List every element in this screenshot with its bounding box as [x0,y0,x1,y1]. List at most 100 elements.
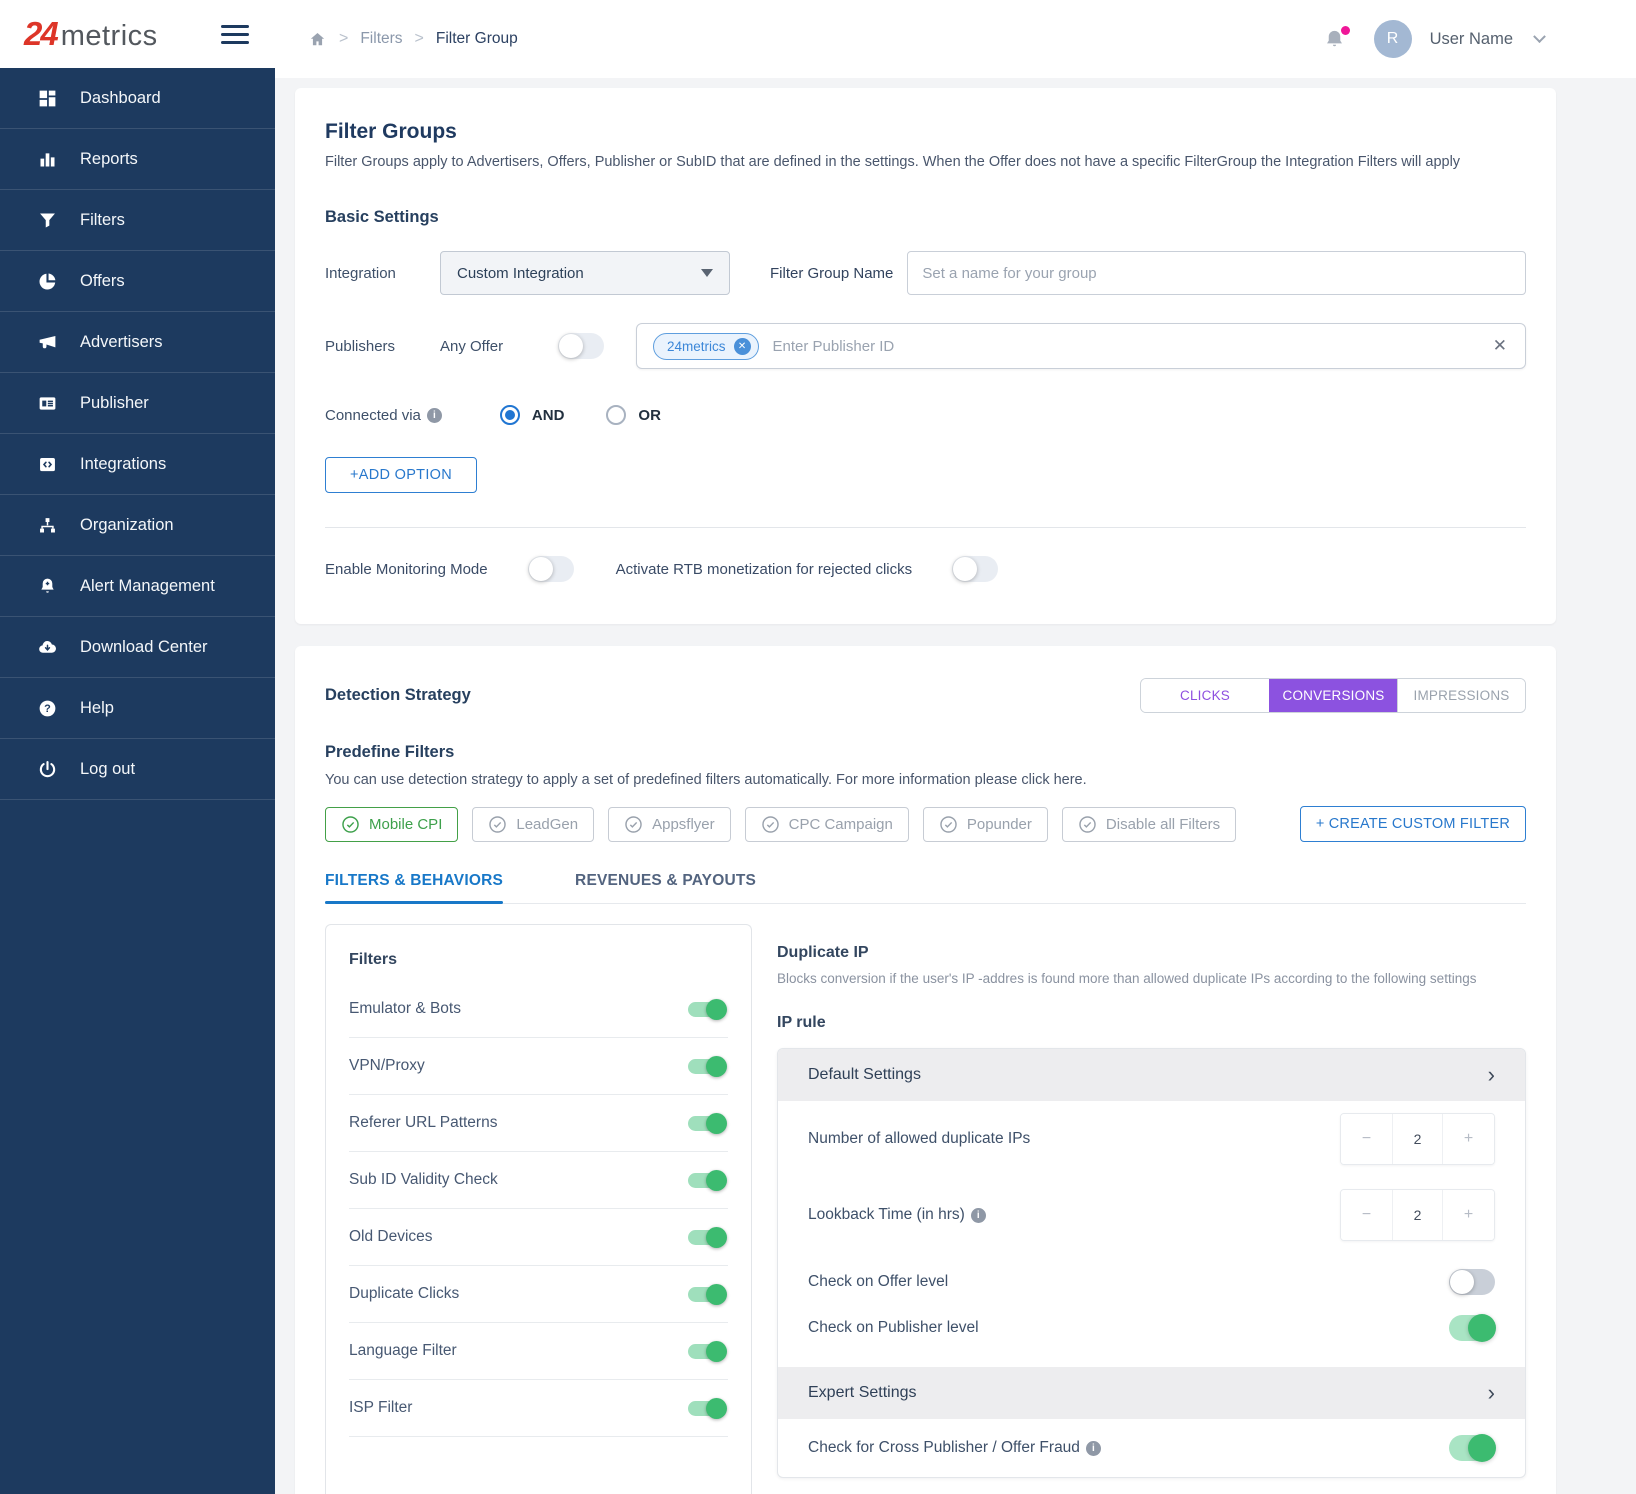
check-publisher-level-row: Check on Publisher level [778,1305,1525,1351]
any-offer-label: Any Offer [440,337,504,355]
sidebar-item-logout[interactable]: Log out [0,739,275,800]
field-clear-icon[interactable]: ✕ [1491,336,1509,356]
sidebar-item-publisher[interactable]: Publisher [0,373,275,434]
filter-toggle[interactable] [688,1397,727,1419]
sidebar-item-label: Integrations [80,454,167,473]
segment-clicks[interactable]: CLICKS [1141,679,1269,712]
sidebar-item-download-center[interactable]: Download Center [0,617,275,678]
filter-toggle[interactable] [688,1340,727,1362]
chip-mobile-cpi[interactable]: Mobile CPI [325,806,459,842]
chip-disable-all-filters[interactable]: Disable all Filters [1061,806,1237,842]
tab-filters-behaviors[interactable]: FILTERS & BEHAVIORS [325,872,504,904]
filter-toggle[interactable] [688,1283,727,1305]
radio-and[interactable] [499,405,520,425]
user-name[interactable]: User Name [1430,30,1513,49]
page-title: Filter Groups [325,120,457,143]
breadcrumb-filters-link[interactable]: Filters [360,30,402,48]
check-publisher-level-toggle[interactable] [1449,1314,1496,1342]
chip-popunder[interactable]: Popunder [922,806,1048,842]
radio-option-and[interactable]: AND [499,405,564,425]
filter-row-sub-id-validity: Sub ID Validity Check [349,1152,728,1209]
lookback-time-stepper: − 2 + [1340,1189,1495,1241]
radio-option-or[interactable]: OR [606,405,661,425]
rtb-monetization-toggle[interactable] [952,556,999,582]
stepper-value: 2 [1392,1114,1443,1164]
sidebar-item-organization[interactable]: Organization [0,495,275,556]
tag-remove-icon[interactable]: ✕ [733,337,751,355]
filter-toggle[interactable] [688,1226,727,1248]
sidebar-item-reports[interactable]: Reports [0,129,275,190]
filter-toggle[interactable] [688,1055,727,1077]
stepper-decrement-button[interactable]: − [1341,1114,1392,1164]
info-icon[interactable] [426,407,442,423]
stepper-decrement-button[interactable]: − [1341,1190,1392,1240]
info-icon[interactable] [1085,1440,1101,1456]
predefine-filters-heading: Predefine Filters [325,743,455,761]
sidebar-item-filters[interactable]: Filters [0,190,275,251]
menu-toggle-icon[interactable] [221,21,249,48]
stepper-increment-button[interactable]: + [1443,1114,1494,1164]
create-custom-filter-button[interactable]: + CREATE CUSTOM FILTER [1299,806,1526,842]
sidebar-item-label: Log out [80,759,136,778]
breadcrumb-current-page[interactable]: Filter Group [436,30,518,48]
filter-row-vpn-proxy: VPN/Proxy [349,1038,728,1095]
chevron-down-icon[interactable] [1533,29,1546,43]
notifications-bell-icon[interactable] [1323,25,1350,51]
tab-revenues-payouts[interactable]: REVENUES & PAYOUTS [575,872,756,903]
add-option-button[interactable]: +ADD OPTION [325,457,477,493]
duplicate-ip-description: Blocks conversion if the user's IP -addr… [777,971,1477,986]
publisher-icon [36,392,58,414]
ip-rule-settings-box: Default Settings Number of allowed dupli… [777,1048,1526,1478]
chip-leadgen[interactable]: LeadGen [472,806,595,842]
sidebar-item-label: Alert Management [80,576,215,595]
brand-logo[interactable]: 24 metrics [24,15,158,53]
sidebar-item-offers[interactable]: Offers [0,251,275,312]
sidebar-item-label: Reports [80,149,138,168]
sidebar-item-alert-management[interactable]: Alert Management [0,556,275,617]
cross-publisher-fraud-toggle[interactable] [1449,1434,1496,1462]
monitoring-mode-toggle[interactable] [527,556,574,582]
sidebar-item-label: Help [80,698,114,717]
any-offer-toggle[interactable] [558,333,604,359]
sidebar-item-dashboard[interactable]: Dashboard [0,68,275,129]
publisher-id-field[interactable]: 24metrics ✕ ✕ [636,323,1526,369]
topbar: > Filters > Filter Group R User Name [275,0,1636,78]
sidebar-item-label: Offers [80,271,125,290]
filter-toggle[interactable] [688,1169,727,1191]
chip-appsflyer[interactable]: Appsflyer [608,806,731,842]
rtb-monetization-label: Activate RTB monetization for rejected c… [615,560,913,578]
radio-or[interactable] [606,405,627,425]
chevron-right-icon [1488,1382,1495,1404]
info-icon[interactable] [970,1207,986,1223]
sidebar-item-integrations[interactable]: Integrations [0,434,275,495]
help-icon: ? [36,697,58,719]
user-avatar[interactable]: R [1373,20,1412,58]
stepper-increment-button[interactable]: + [1443,1190,1494,1240]
publisher-id-input[interactable] [772,337,1491,355]
main-area: > Filters > Filter Group R User Name Fil… [275,0,1636,1494]
reports-icon [36,148,58,170]
segment-conversions[interactable]: CONVERSIONS [1269,679,1397,712]
default-settings-header[interactable]: Default Settings [778,1049,1525,1101]
brand-logo-number: 24 [24,15,59,52]
offers-icon [36,270,58,292]
sidebar-item-label: Publisher [80,393,149,412]
segment-impressions[interactable]: IMPRESSIONS [1397,679,1525,712]
predefine-filters-description: You can use detection strategy to apply … [325,772,1087,788]
integration-select[interactable]: Custom Integration [440,251,730,295]
filter-group-name-input[interactable] [907,251,1526,295]
detection-strategy-card: Detection Strategy CLICKS CONVERSIONS IM… [295,646,1556,1494]
filter-row-referer-url-patterns: Referer URL Patterns [349,1095,728,1152]
filter-toggle[interactable] [688,998,727,1020]
check-offer-level-toggle[interactable] [1449,1269,1495,1295]
filter-toggle[interactable] [688,1112,727,1134]
check-circle-icon [489,815,507,833]
expert-settings-header[interactable]: Expert Settings [778,1367,1525,1419]
chip-cpc-campaign[interactable]: CPC Campaign [744,806,909,842]
sidebar-item-advertisers[interactable]: Advertisers [0,312,275,373]
filters-list-panel: Filters Emulator & Bots VPN/Proxy Refere… [325,924,752,1494]
sidebar-item-help[interactable]: ? Help [0,678,275,739]
publisher-tag[interactable]: 24metrics ✕ [653,332,759,360]
publisher-tag-label: 24metrics [667,338,726,354]
home-icon[interactable] [308,30,327,49]
